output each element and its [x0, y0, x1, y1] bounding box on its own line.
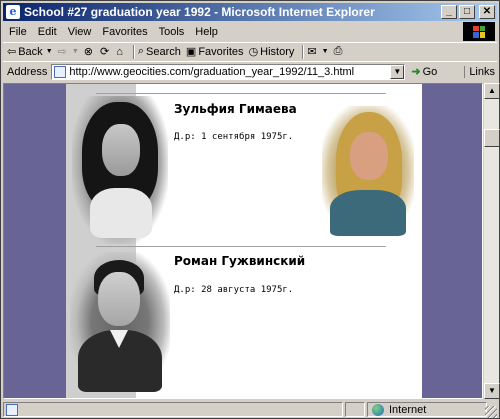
- links-button[interactable]: Links: [464, 65, 495, 78]
- forward-button[interactable]: ⇨ ▼: [58, 45, 79, 58]
- windows-logo-icon: [463, 22, 495, 41]
- history-button[interactable]: ◷ History: [248, 45, 295, 59]
- security-zone: Internet: [367, 402, 487, 417]
- address-input[interactable]: http://www.geocities.com/graduation_year…: [51, 63, 406, 80]
- home-icon: ⌂: [116, 45, 123, 58]
- search-label: Search: [146, 45, 181, 58]
- toolbar-divider: [132, 44, 135, 59]
- forward-dropdown-icon[interactable]: ▼: [72, 48, 79, 55]
- browser-window: e School #27 graduation year 1992 - Micr…: [0, 0, 500, 419]
- menu-view[interactable]: View: [68, 26, 92, 38]
- page-icon: [54, 65, 67, 78]
- back-button[interactable]: ⇦ Back ▼: [7, 45, 53, 59]
- mail-icon: ✉: [307, 46, 317, 58]
- favorites-button[interactable]: ▣ Favorites: [185, 45, 244, 59]
- student-birthdate: Д.р: 1 сентября 1975г.: [174, 132, 294, 142]
- divider-line: [96, 246, 386, 247]
- student-birthdate: Д.р: 28 августа 1975г.: [174, 285, 294, 295]
- toolbar-divider: [302, 44, 305, 59]
- search-icon: ⌕: [137, 45, 145, 57]
- forward-arrow-icon: ⇨: [57, 46, 67, 58]
- divider-line: [96, 93, 386, 94]
- print-button[interactable]: ⎙: [334, 45, 345, 58]
- history-label: History: [260, 45, 295, 58]
- status-text-pane: [3, 402, 343, 417]
- scroll-down-button[interactable]: ▼: [484, 383, 500, 399]
- menu-favorites[interactable]: Favorites: [102, 26, 147, 38]
- status-bar: Internet: [3, 401, 497, 418]
- go-arrow-icon: ➜: [411, 66, 421, 78]
- mail-dropdown-icon[interactable]: ▼: [322, 48, 329, 55]
- stop-button[interactable]: ⊗: [84, 45, 95, 58]
- go-button[interactable]: ➜ Go: [411, 65, 438, 79]
- address-dropdown-icon[interactable]: ▼: [390, 64, 405, 79]
- back-dropdown-icon[interactable]: ▼: [46, 48, 53, 55]
- address-bar: Address http://www.geocities.com/graduat…: [3, 61, 497, 81]
- student-photo-bw: [70, 252, 170, 392]
- home-button[interactable]: ⌂: [116, 46, 125, 58]
- title-bar[interactable]: e School #27 graduation year 1992 - Micr…: [3, 3, 497, 21]
- history-icon: ◷: [248, 46, 259, 58]
- menu-tools[interactable]: Tools: [159, 26, 185, 38]
- scroll-up-button[interactable]: ▲: [484, 83, 500, 99]
- favorites-label: Favorites: [198, 45, 244, 58]
- links-label: Links: [469, 65, 495, 78]
- refresh-icon: ⟳: [100, 46, 110, 58]
- vertical-scrollbar[interactable]: ▲ ▼: [483, 83, 500, 399]
- maximize-button[interactable]: □: [459, 5, 475, 19]
- left-color-band: [4, 84, 66, 398]
- window-title: School #27 graduation year 1992 - Micros…: [24, 5, 375, 19]
- print-icon: ⎙: [333, 45, 343, 57]
- resize-grip-icon[interactable]: [485, 406, 497, 418]
- student-name: Зульфия Гимаева: [174, 102, 297, 116]
- close-button[interactable]: ✕: [479, 5, 495, 19]
- favorites-folder-icon: ▣: [185, 46, 197, 58]
- stop-icon: ⊗: [83, 46, 93, 58]
- go-label: Go: [422, 65, 438, 78]
- globe-icon: [372, 403, 384, 416]
- menu-bar: File Edit View Favorites Tools Help: [3, 22, 461, 41]
- student-photo-bw: [72, 96, 168, 244]
- mail-button[interactable]: ✉ ▼: [307, 45, 328, 58]
- right-color-band: [422, 84, 482, 398]
- minimize-button[interactable]: _: [441, 5, 457, 19]
- ie-logo-icon: e: [6, 5, 20, 19]
- standard-toolbar: ⇦ Back ▼ ⇨ ▼ ⊗ ⟳ ⌂ ⌕ Search ▣ Favorites …: [3, 42, 497, 60]
- student-name: Роман Гужвинский: [174, 254, 306, 268]
- address-label: Address: [7, 65, 48, 78]
- zone-label: Internet: [389, 403, 427, 416]
- back-arrow-icon: ⇦: [7, 46, 17, 58]
- menu-edit[interactable]: Edit: [38, 26, 57, 38]
- menu-help[interactable]: Help: [195, 26, 218, 38]
- menu-file[interactable]: File: [9, 26, 27, 38]
- search-button[interactable]: ⌕ Search: [138, 45, 181, 58]
- student-photo-color: [322, 106, 414, 236]
- scroll-thumb[interactable]: [484, 129, 500, 147]
- address-url[interactable]: http://www.geocities.com/graduation_year…: [69, 66, 354, 78]
- page-content: Зульфия Гимаева Д.р: 1 сентября 1975г. Р…: [3, 83, 483, 399]
- refresh-button[interactable]: ⟳: [100, 45, 111, 58]
- status-page-icon: [6, 403, 18, 416]
- status-pane: [345, 402, 365, 417]
- back-label: Back: [18, 45, 43, 58]
